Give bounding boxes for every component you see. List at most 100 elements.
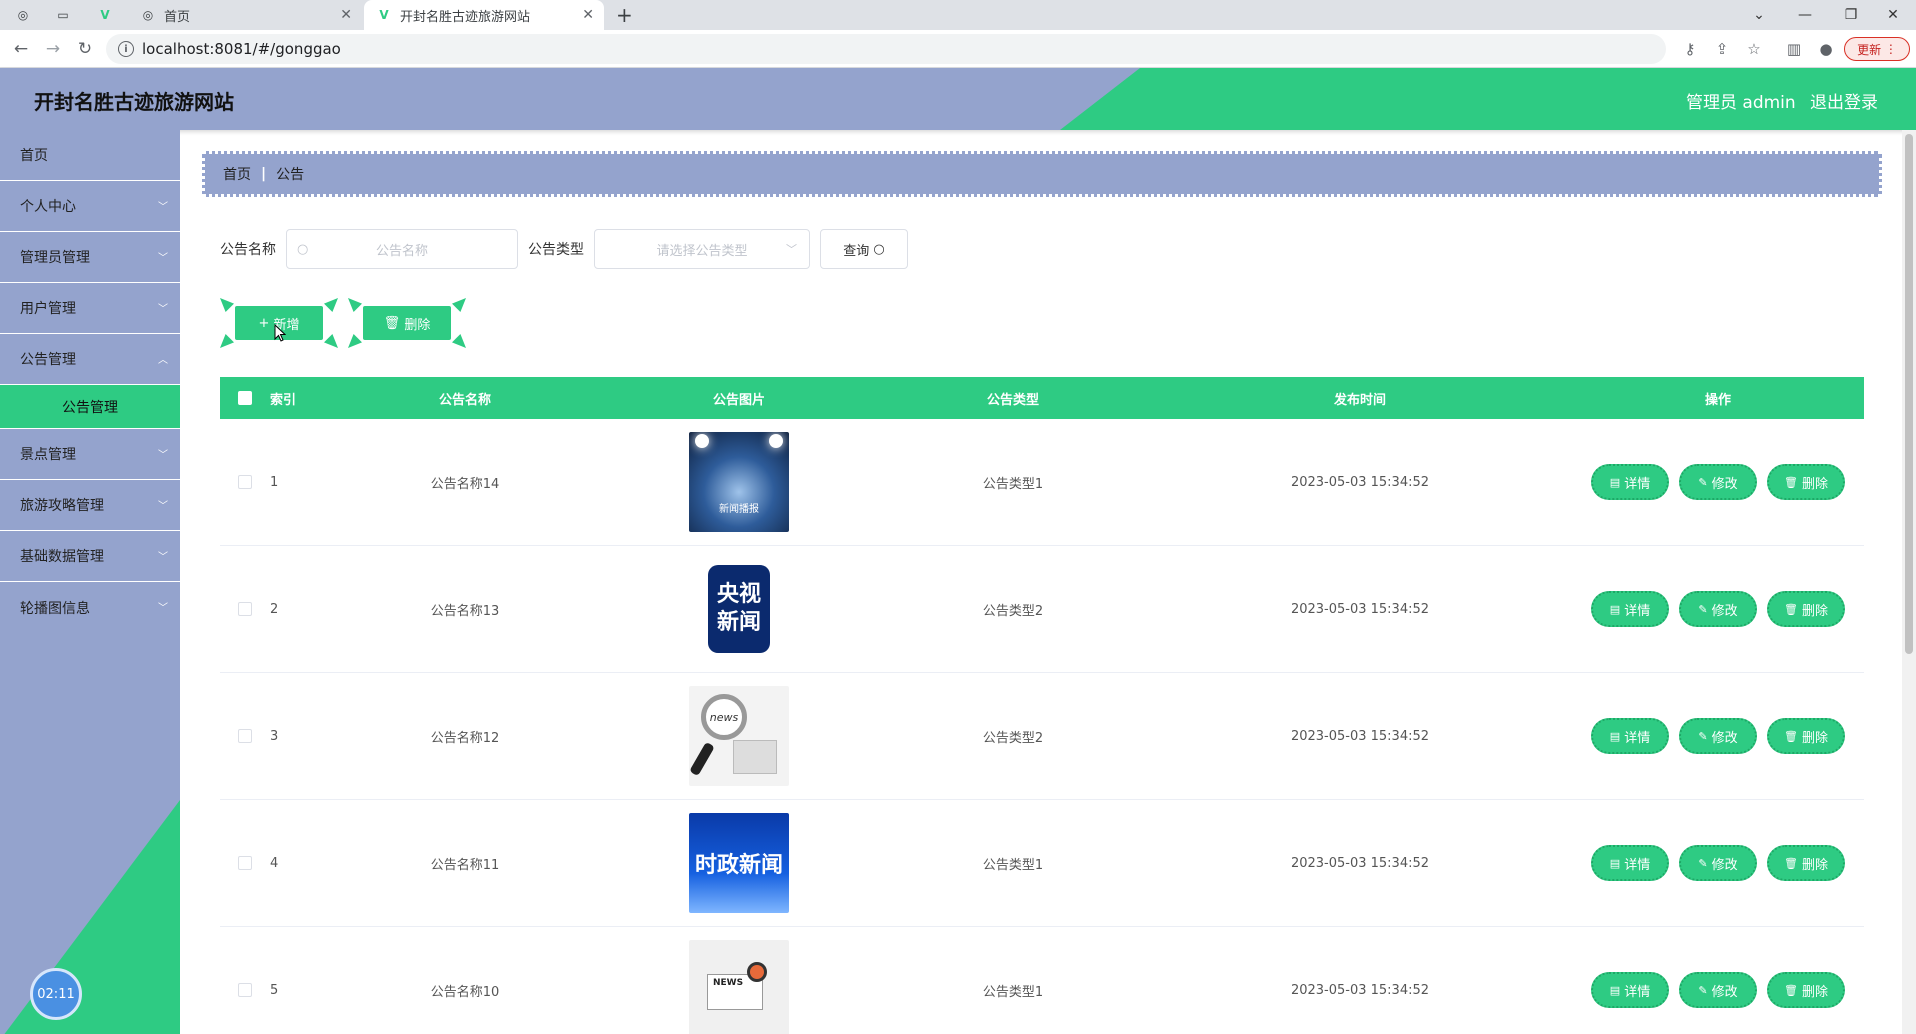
delete-button[interactable]: 🗑 删除 bbox=[1767, 718, 1845, 754]
row-checkbox[interactable] bbox=[238, 729, 252, 743]
tab-vue[interactable]: V bbox=[98, 0, 120, 30]
sidebar-item-scenic-management[interactable]: 景点管理 ﹀ bbox=[0, 429, 180, 480]
logout-link[interactable]: 退出登录 bbox=[1810, 88, 1878, 113]
table-row: 1 公告名称14 新闻播报 公告类型1 2023-05-03 15:34:52 … bbox=[220, 419, 1864, 546]
forward-arrow-icon[interactable]: → bbox=[40, 36, 66, 62]
table-header: 索引 公告名称 公告图片 公告类型 发布时间 操作 bbox=[220, 377, 1864, 419]
sidebar-item-label: 轮播图信息 bbox=[20, 600, 90, 617]
detail-button[interactable]: ▤ 详情 bbox=[1591, 972, 1669, 1008]
breadcrumb: 首页 | 公告 bbox=[202, 151, 1882, 197]
close-icon[interactable]: ✕ bbox=[582, 7, 594, 23]
share-icon[interactable]: ⇪ bbox=[1712, 39, 1732, 59]
magnifier-news-image[interactable]: news bbox=[689, 686, 789, 786]
reload-icon[interactable]: ↻ bbox=[72, 36, 98, 62]
tab-search-button[interactable]: ⌄ bbox=[1736, 0, 1782, 30]
row-index: 4 bbox=[270, 855, 279, 871]
edit-button[interactable]: ✎ 修改 bbox=[1679, 718, 1757, 754]
sidebar-item-carousel[interactable]: 轮播图信息 ﹀ bbox=[0, 582, 180, 633]
new-tab-button[interactable]: + bbox=[616, 0, 640, 30]
sidebar-item-basic-data-management[interactable]: 基础数据管理 ﹀ bbox=[0, 531, 180, 582]
column-header-image: 公告图片 bbox=[712, 392, 765, 408]
edit-button[interactable]: ✎ 修改 bbox=[1679, 845, 1757, 881]
detail-button[interactable]: ▤ 详情 bbox=[1591, 718, 1669, 754]
cctv-news-logo[interactable]: 央视新闻 bbox=[708, 565, 770, 653]
scrollbar-thumb[interactable] bbox=[1905, 134, 1913, 654]
trash-icon: 🗑 bbox=[1784, 983, 1798, 997]
notice-name-input[interactable]: ○ 公告名称 bbox=[286, 229, 518, 269]
row-index: 3 bbox=[270, 728, 279, 744]
sidebar-item-admin-management[interactable]: 管理员管理 ﹀ bbox=[0, 232, 180, 283]
sidebar-item-notice-management[interactable]: 公告管理 ︿ bbox=[0, 334, 180, 385]
sidebar-green-decoration bbox=[0, 800, 180, 1034]
restore-button[interactable]: ❐ bbox=[1828, 0, 1874, 30]
back-arrow-icon[interactable]: ← bbox=[8, 36, 34, 62]
document-icon: ▤ bbox=[1609, 602, 1621, 616]
row-checkbox[interactable] bbox=[238, 856, 252, 870]
row-checkbox[interactable] bbox=[238, 602, 252, 616]
side-panel-icon[interactable]: ▥ bbox=[1784, 39, 1804, 59]
sidebar-item-travel-guide-management[interactable]: 旅游攻略管理 ﹀ bbox=[0, 480, 180, 531]
sidebar-subitem-notice-management[interactable]: 公告管理 bbox=[0, 385, 180, 429]
trash-icon: 🗑 bbox=[1784, 729, 1798, 743]
tab-site[interactable]: V 开封名胜古迹旅游网站 ✕ bbox=[364, 0, 604, 30]
clock-widget: 02:11 bbox=[30, 968, 82, 1020]
image-caption: 央视新闻 bbox=[716, 582, 761, 635]
delete-button[interactable]: 🗑 删除 bbox=[1767, 972, 1845, 1008]
window-close-button[interactable]: ✕ bbox=[1870, 0, 1916, 30]
column-header-time: 发布时间 bbox=[1333, 392, 1386, 408]
row-checkbox[interactable] bbox=[238, 475, 252, 489]
key-icon[interactable]: ⚷ bbox=[1680, 39, 1700, 59]
update-button[interactable]: 更新 ⋮ bbox=[1844, 37, 1910, 61]
sidebar-item-home[interactable]: 首页 bbox=[0, 130, 180, 181]
site-info-icon[interactable]: i bbox=[118, 41, 134, 57]
edit-label: 修改 bbox=[1711, 984, 1738, 1000]
row-checkbox[interactable] bbox=[238, 983, 252, 997]
corner-decoration bbox=[348, 334, 362, 348]
batch-delete-button[interactable]: 🗑 删除 bbox=[348, 298, 466, 348]
notice-type-select[interactable]: 请选择公告类型 ﹀ bbox=[594, 229, 810, 269]
sidebar-item-label: 基础数据管理 bbox=[20, 549, 104, 565]
image-caption: news bbox=[709, 710, 739, 724]
select-all-checkbox[interactable] bbox=[238, 391, 252, 405]
column-header-ops: 操作 bbox=[1704, 392, 1731, 408]
edit-button[interactable]: ✎ 修改 bbox=[1679, 591, 1757, 627]
tab-home[interactable]: ◎ 首页 ✕ bbox=[136, 0, 362, 30]
minimize-button[interactable]: — bbox=[1782, 0, 1828, 30]
delete-button[interactable]: 🗑 删除 bbox=[1767, 591, 1845, 627]
row-notice-type: 公告类型1 bbox=[982, 476, 1044, 492]
edit-button[interactable]: ✎ 修改 bbox=[1679, 464, 1757, 500]
page-scrollbar[interactable] bbox=[1902, 130, 1916, 1034]
detail-button[interactable]: ▤ 详情 bbox=[1591, 464, 1669, 500]
address-bar-row: ← → ↻ i localhost:8081/#/gonggao ⚷ ⇪ ☆ ▥… bbox=[0, 30, 1916, 68]
delete-button[interactable]: 🗑 删除 bbox=[1767, 845, 1845, 881]
profile-icon[interactable]: ● bbox=[1816, 39, 1836, 59]
sidebar-item-user-management[interactable]: 用户管理 ﹀ bbox=[0, 283, 180, 334]
tab-search-icon[interactable]: ◎ bbox=[16, 0, 38, 30]
pencil-icon: ✎ bbox=[1698, 602, 1708, 616]
delete-button[interactable]: 🗑 删除 bbox=[1767, 464, 1845, 500]
detail-button[interactable]: ▤ 详情 bbox=[1591, 591, 1669, 627]
app-header: 开封名胜古迹旅游网站 管理员 admin 退出登录 bbox=[0, 68, 1916, 130]
news-clipart-image[interactable]: NEWS bbox=[689, 940, 789, 1034]
search-icon: ○ bbox=[873, 241, 885, 257]
query-button[interactable]: 查询 ○ bbox=[820, 229, 908, 269]
sidebar-item-profile[interactable]: 个人中心 ﹀ bbox=[0, 181, 180, 232]
sidebar-item-label: 公告管理 bbox=[62, 399, 118, 416]
sidebar: 首页 个人中心 ﹀ 管理员管理 ﹀ 用户管理 ﹀ 公告管理 ︿ 公告管理 景点管理 ﹀ 旅… bbox=[0, 130, 180, 1034]
tab-blank[interactable]: ▭ bbox=[56, 0, 78, 30]
tab-label: 首页 bbox=[164, 9, 191, 25]
row-publish-time: 2023-05-03 15:34:52 bbox=[1290, 982, 1430, 998]
breadcrumb-home[interactable]: 首页 bbox=[223, 164, 251, 184]
row-notice-name: 公告名称14 bbox=[430, 476, 500, 492]
url-field[interactable]: i localhost:8081/#/gonggao bbox=[106, 34, 1666, 64]
politics-news-image[interactable]: 时政新闻 bbox=[689, 813, 789, 913]
image-caption: 时政新闻 bbox=[694, 853, 783, 878]
close-icon[interactable]: ✕ bbox=[340, 7, 352, 23]
star-icon[interactable]: ☆ bbox=[1744, 39, 1764, 59]
detail-label: 详情 bbox=[1624, 603, 1651, 619]
admin-user-label[interactable]: 管理员 admin bbox=[1686, 88, 1796, 113]
stage-spotlight-image[interactable]: 新闻播报 bbox=[689, 432, 789, 532]
globe-icon: ◎ bbox=[17, 8, 29, 22]
detail-button[interactable]: ▤ 详情 bbox=[1591, 845, 1669, 881]
edit-button[interactable]: ✎ 修改 bbox=[1679, 972, 1757, 1008]
